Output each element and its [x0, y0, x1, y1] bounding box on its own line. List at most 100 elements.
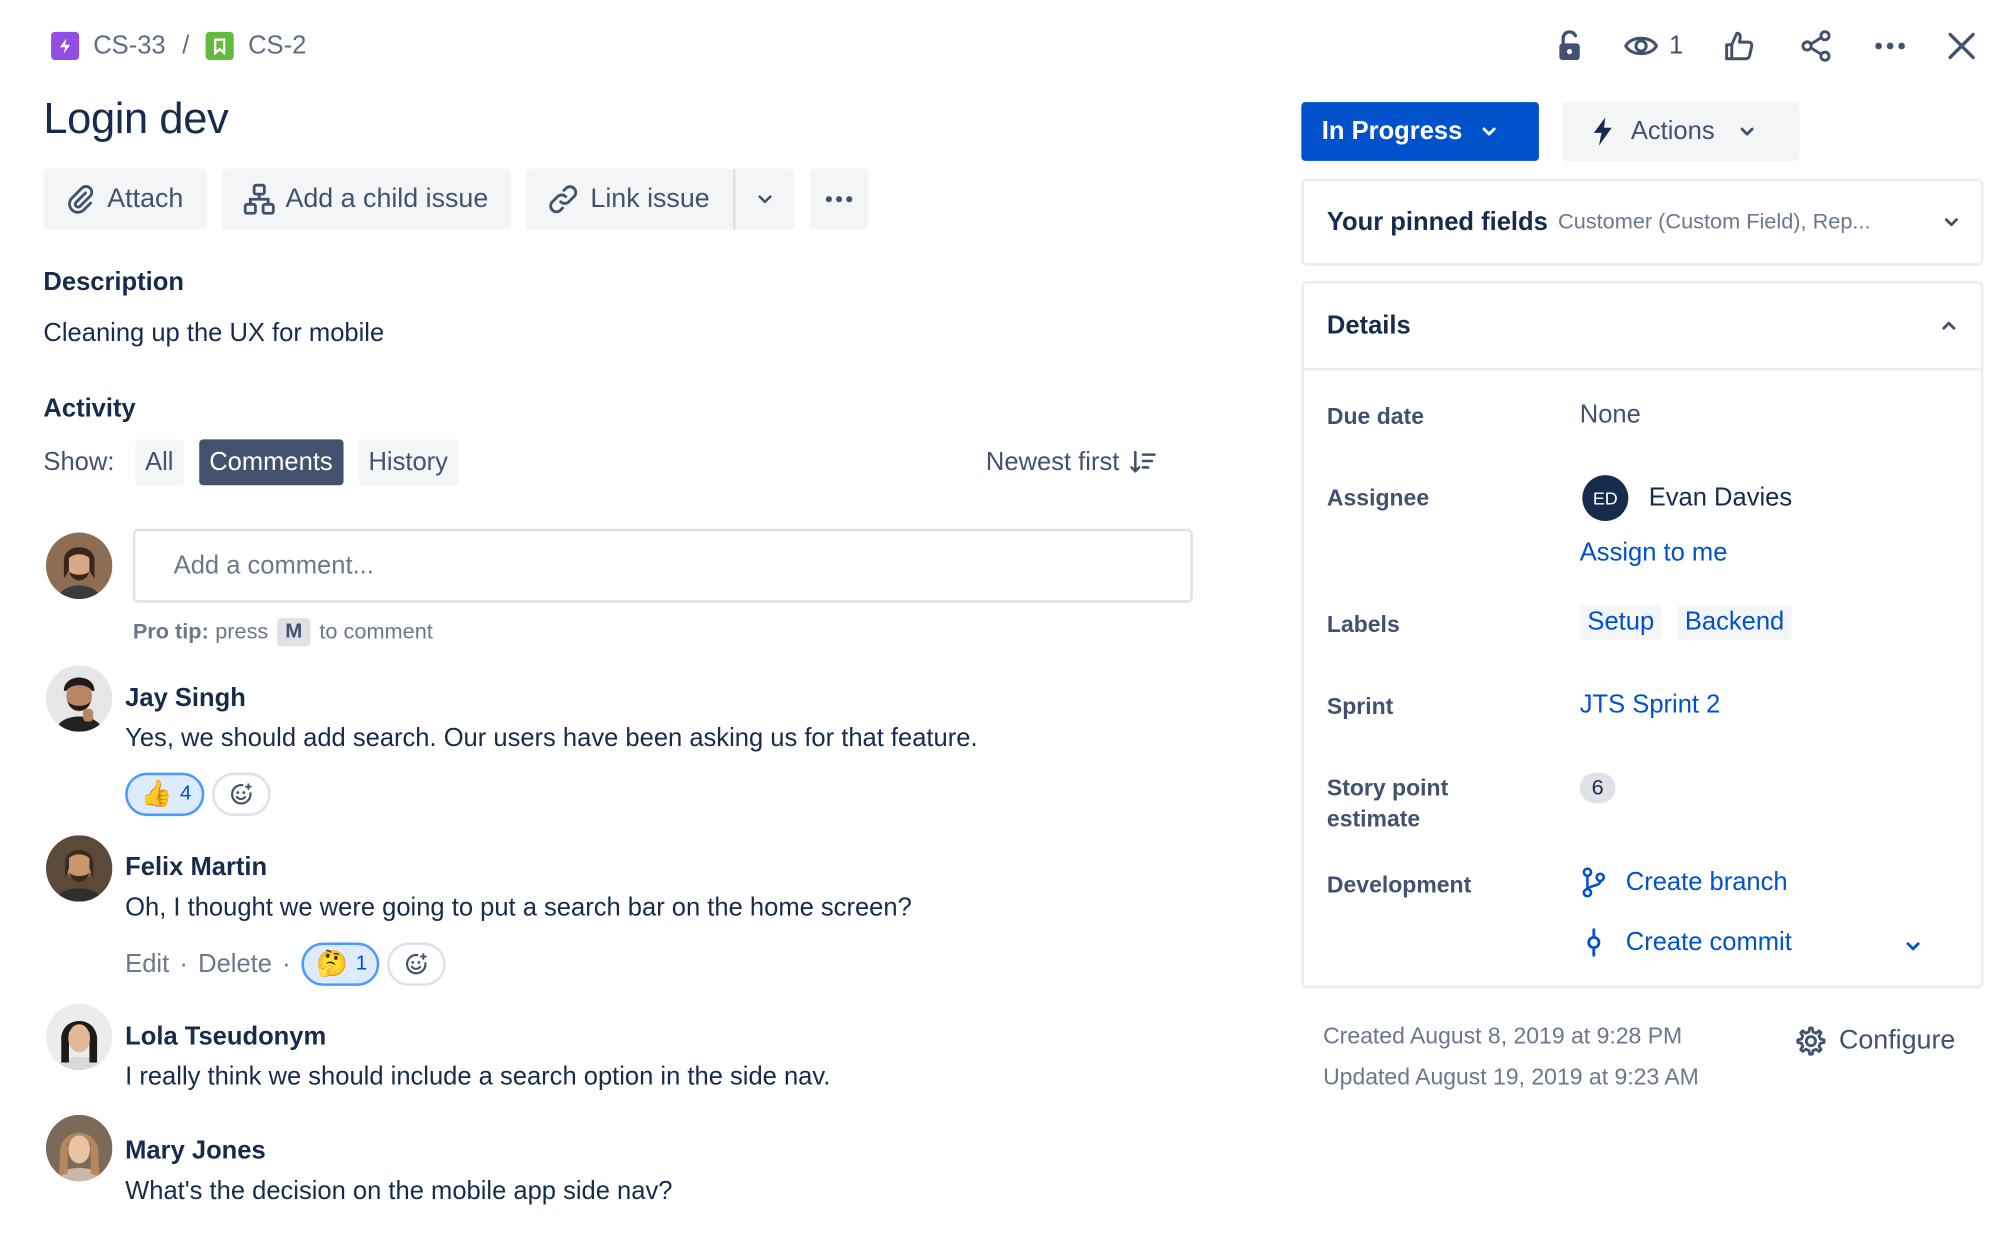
assignee-field[interactable]: ED Evan Davies	[1580, 475, 1792, 522]
pro-tip-press: press	[215, 619, 269, 644]
header-actions: 1	[1544, 23, 1985, 69]
separator-dot: ·	[179, 949, 188, 978]
configure-label: Configure	[1839, 1025, 1956, 1055]
watch-count: 1	[1669, 31, 1684, 60]
commit-icon	[1587, 928, 1601, 957]
comment-input[interactable]: Add a comment...	[132, 528, 1193, 603]
add-reaction-button[interactable]	[211, 772, 271, 817]
filter-all[interactable]: All	[134, 439, 184, 486]
watch-button[interactable]: 1	[1623, 23, 1683, 69]
add-child-issue-button[interactable]: Add a child issue	[221, 168, 512, 230]
pro-tip: Pro tip: press M to comment	[132, 618, 433, 647]
separator-dot: ·	[282, 949, 291, 978]
vote-button[interactable]	[1714, 23, 1765, 69]
share-button[interactable]	[1790, 23, 1841, 69]
close-button[interactable]	[1939, 23, 1985, 69]
activity-heading: Activity	[43, 394, 136, 423]
reaction-thumbs-up[interactable]: 👍 4	[125, 772, 205, 817]
filter-comments[interactable]: Comments	[199, 439, 343, 486]
unlock-icon	[1559, 30, 1580, 61]
comment-body: I really think we should include a searc…	[125, 1062, 831, 1091]
chevron-down-icon	[1740, 127, 1754, 136]
assign-to-me-link[interactable]: Assign to me	[1580, 539, 1728, 568]
attach-button[interactable]: Attach	[43, 168, 207, 230]
comment-body: Oh, I thought we were going to put a sea…	[125, 893, 912, 923]
pinned-fields-panel[interactable]: Your pinned fields Customer (Custom Fiel…	[1301, 178, 1984, 266]
details-panel: Details Due date None Assignee ED Evan D…	[1301, 280, 1984, 989]
comment-author[interactable]: Jay Singh	[125, 685, 246, 714]
create-branch-link[interactable]: Create branch	[1580, 866, 1788, 899]
comment-avatar-jay-singh[interactable]	[45, 665, 113, 732]
link-issue-label: Link issue	[590, 183, 710, 214]
chevron-down-icon[interactable]	[1904, 937, 1922, 955]
toolbar-more-button[interactable]	[809, 168, 869, 230]
create-commit-link[interactable]: Create commit	[1580, 926, 1792, 959]
created-timestamp: Created August 8, 2019 at 9:28 PM	[1323, 1022, 1683, 1049]
more-actions-button[interactable]	[1865, 23, 1916, 69]
add-emoji-icon	[230, 783, 252, 805]
actions-dropdown-button[interactable]: Actions	[1561, 102, 1800, 161]
eye-icon	[1623, 36, 1658, 56]
comment-placeholder: Add a comment...	[173, 551, 374, 580]
paperclip-icon	[68, 185, 94, 214]
comment-reactions: 👍 4	[125, 772, 271, 817]
thinking-emoji: 🤔	[316, 950, 349, 979]
pinned-fields-value: Customer (Custom Field), Rep...	[1558, 209, 1871, 234]
breadcrumb-parent-key[interactable]: CS-33	[93, 31, 165, 60]
due-date-label: Due date	[1326, 403, 1425, 430]
unlock-button[interactable]	[1544, 23, 1595, 69]
link-issue-button[interactable]: Link issue	[526, 168, 733, 230]
labels-label: Labels	[1326, 611, 1400, 638]
pro-tip-label: Pro tip:	[132, 619, 209, 644]
due-date-value[interactable]: None	[1580, 401, 1641, 430]
keyboard-key: M	[277, 618, 311, 647]
branch-icon	[1582, 867, 1606, 898]
issue-title[interactable]: Login dev	[43, 95, 228, 145]
edit-comment-link[interactable]: Edit	[125, 950, 169, 979]
label-chip[interactable]: Backend	[1677, 605, 1792, 640]
gear-icon	[1796, 1026, 1826, 1056]
reaction-thinking[interactable]: 🤔 1	[300, 942, 380, 986]
comment-avatar-lola-tseudonym[interactable]	[45, 1003, 113, 1071]
breadcrumb: CS-33 / CS-2	[51, 28, 306, 64]
thumbs-up-icon	[1725, 31, 1754, 61]
updated-timestamp: Updated August 19, 2019 at 9:23 AM	[1323, 1063, 1699, 1090]
story-point-field[interactable]: 6	[1579, 772, 1616, 804]
add-reaction-button[interactable]	[387, 942, 447, 986]
development-label: Development	[1326, 872, 1472, 898]
link-issue-dropdown-button[interactable]	[732, 168, 794, 230]
description-text[interactable]: Cleaning up the UX for mobile	[43, 319, 384, 348]
sprint-link[interactable]: JTS Sprint 2	[1580, 691, 1721, 720]
create-commit-link-row: Create commit	[1580, 926, 1792, 959]
comment-author[interactable]: Lola Tseudonym	[125, 1023, 326, 1052]
comment-avatar-mary-jones[interactable]	[45, 1114, 113, 1182]
configure-button[interactable]: Configure	[1793, 1022, 1955, 1060]
add-child-label: Add a child issue	[285, 183, 489, 214]
comment-actions: Edit · Delete · 🤔 1	[125, 942, 447, 986]
link-issue-split-button: Link issue	[526, 168, 794, 230]
label-chip[interactable]: Setup	[1579, 605, 1662, 640]
comment-avatar-felix-martin[interactable]	[45, 835, 113, 902]
status-dropdown-button[interactable]: In Progress	[1301, 102, 1539, 161]
create-branch-link-row: Create branch	[1580, 866, 1788, 899]
story-point-label-line2: estimate	[1326, 805, 1421, 832]
story-point-badge: 6	[1579, 772, 1616, 804]
comment-body: What's the decision on the mobile app si…	[125, 1177, 673, 1206]
status-label: In Progress	[1321, 116, 1463, 145]
more-icon	[1875, 42, 1905, 50]
child-issue-icon	[243, 183, 275, 215]
breadcrumb-issue-key[interactable]: CS-2	[248, 31, 306, 60]
story-point-label-line1: Story point	[1326, 775, 1449, 801]
chevron-down-icon	[758, 195, 772, 204]
lightning-bolt-icon	[1593, 117, 1612, 146]
comment-author[interactable]: Felix Martin	[125, 853, 267, 882]
details-header[interactable]: Details	[1303, 284, 1981, 371]
sort-order-button[interactable]: Newest first	[986, 439, 1158, 485]
delete-comment-link[interactable]: Delete	[198, 950, 272, 979]
add-emoji-icon	[406, 953, 428, 975]
filter-history[interactable]: History	[358, 439, 459, 486]
pinned-fields-title: Your pinned fields	[1326, 207, 1548, 236]
description-heading: Description	[43, 268, 184, 297]
comment-author[interactable]: Mary Jones	[125, 1137, 266, 1166]
activity-filter-row: Show: All Comments History	[43, 439, 473, 486]
